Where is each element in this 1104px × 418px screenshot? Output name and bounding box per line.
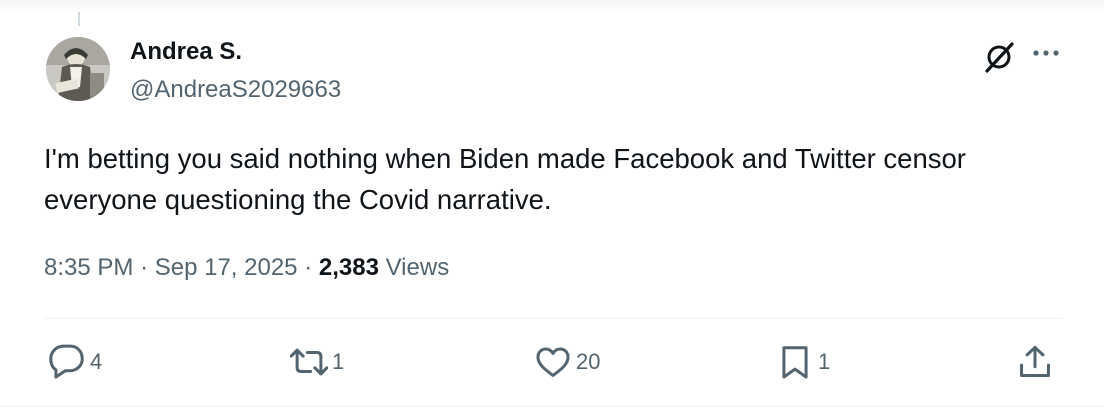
like-count: 20 (576, 349, 601, 374)
meta-separator: · (140, 254, 149, 281)
previous-post-edge (0, 0, 1104, 14)
grok-icon[interactable] (982, 40, 1016, 74)
author-handle[interactable]: @AndreaS2029663 (130, 76, 341, 104)
like-icon (536, 347, 570, 377)
post-date[interactable]: Sep 17, 2025 (155, 254, 298, 281)
bookmark-icon (782, 346, 808, 379)
avatar-image (46, 37, 110, 101)
action-bar: 4 1 20 1 (0, 338, 1104, 386)
divider (44, 318, 1062, 319)
post-time[interactable]: 8:35 PM (44, 254, 133, 281)
views-label: Views (385, 254, 450, 281)
repost-count: 1 (332, 349, 345, 374)
reply-count: 4 (90, 349, 103, 374)
bookmark-count: 1 (818, 349, 831, 374)
share-button[interactable] (1016, 338, 1054, 386)
more-icon[interactable] (1028, 40, 1064, 66)
post-text: I'm betting you said nothing when Biden … (44, 143, 966, 215)
avatar[interactable] (46, 37, 110, 101)
repost-button[interactable]: 1 (290, 338, 344, 386)
views-count: 2,383 (318, 254, 379, 281)
bottom-divider (0, 406, 1104, 407)
bookmark-button[interactable]: 1 (776, 338, 830, 386)
meta-separator: · (304, 254, 313, 281)
share-icon (1020, 345, 1050, 377)
post-meta: 8:35 PM · Sep 17, 2025 · 2,383 Views (44, 254, 449, 282)
thread-connector-line (78, 12, 80, 26)
reply-button[interactable]: 4 (48, 338, 102, 386)
repost-icon (290, 348, 328, 376)
reply-icon (49, 344, 84, 379)
author-name[interactable]: Andrea S. (130, 38, 242, 66)
like-button[interactable]: 20 (534, 338, 600, 386)
